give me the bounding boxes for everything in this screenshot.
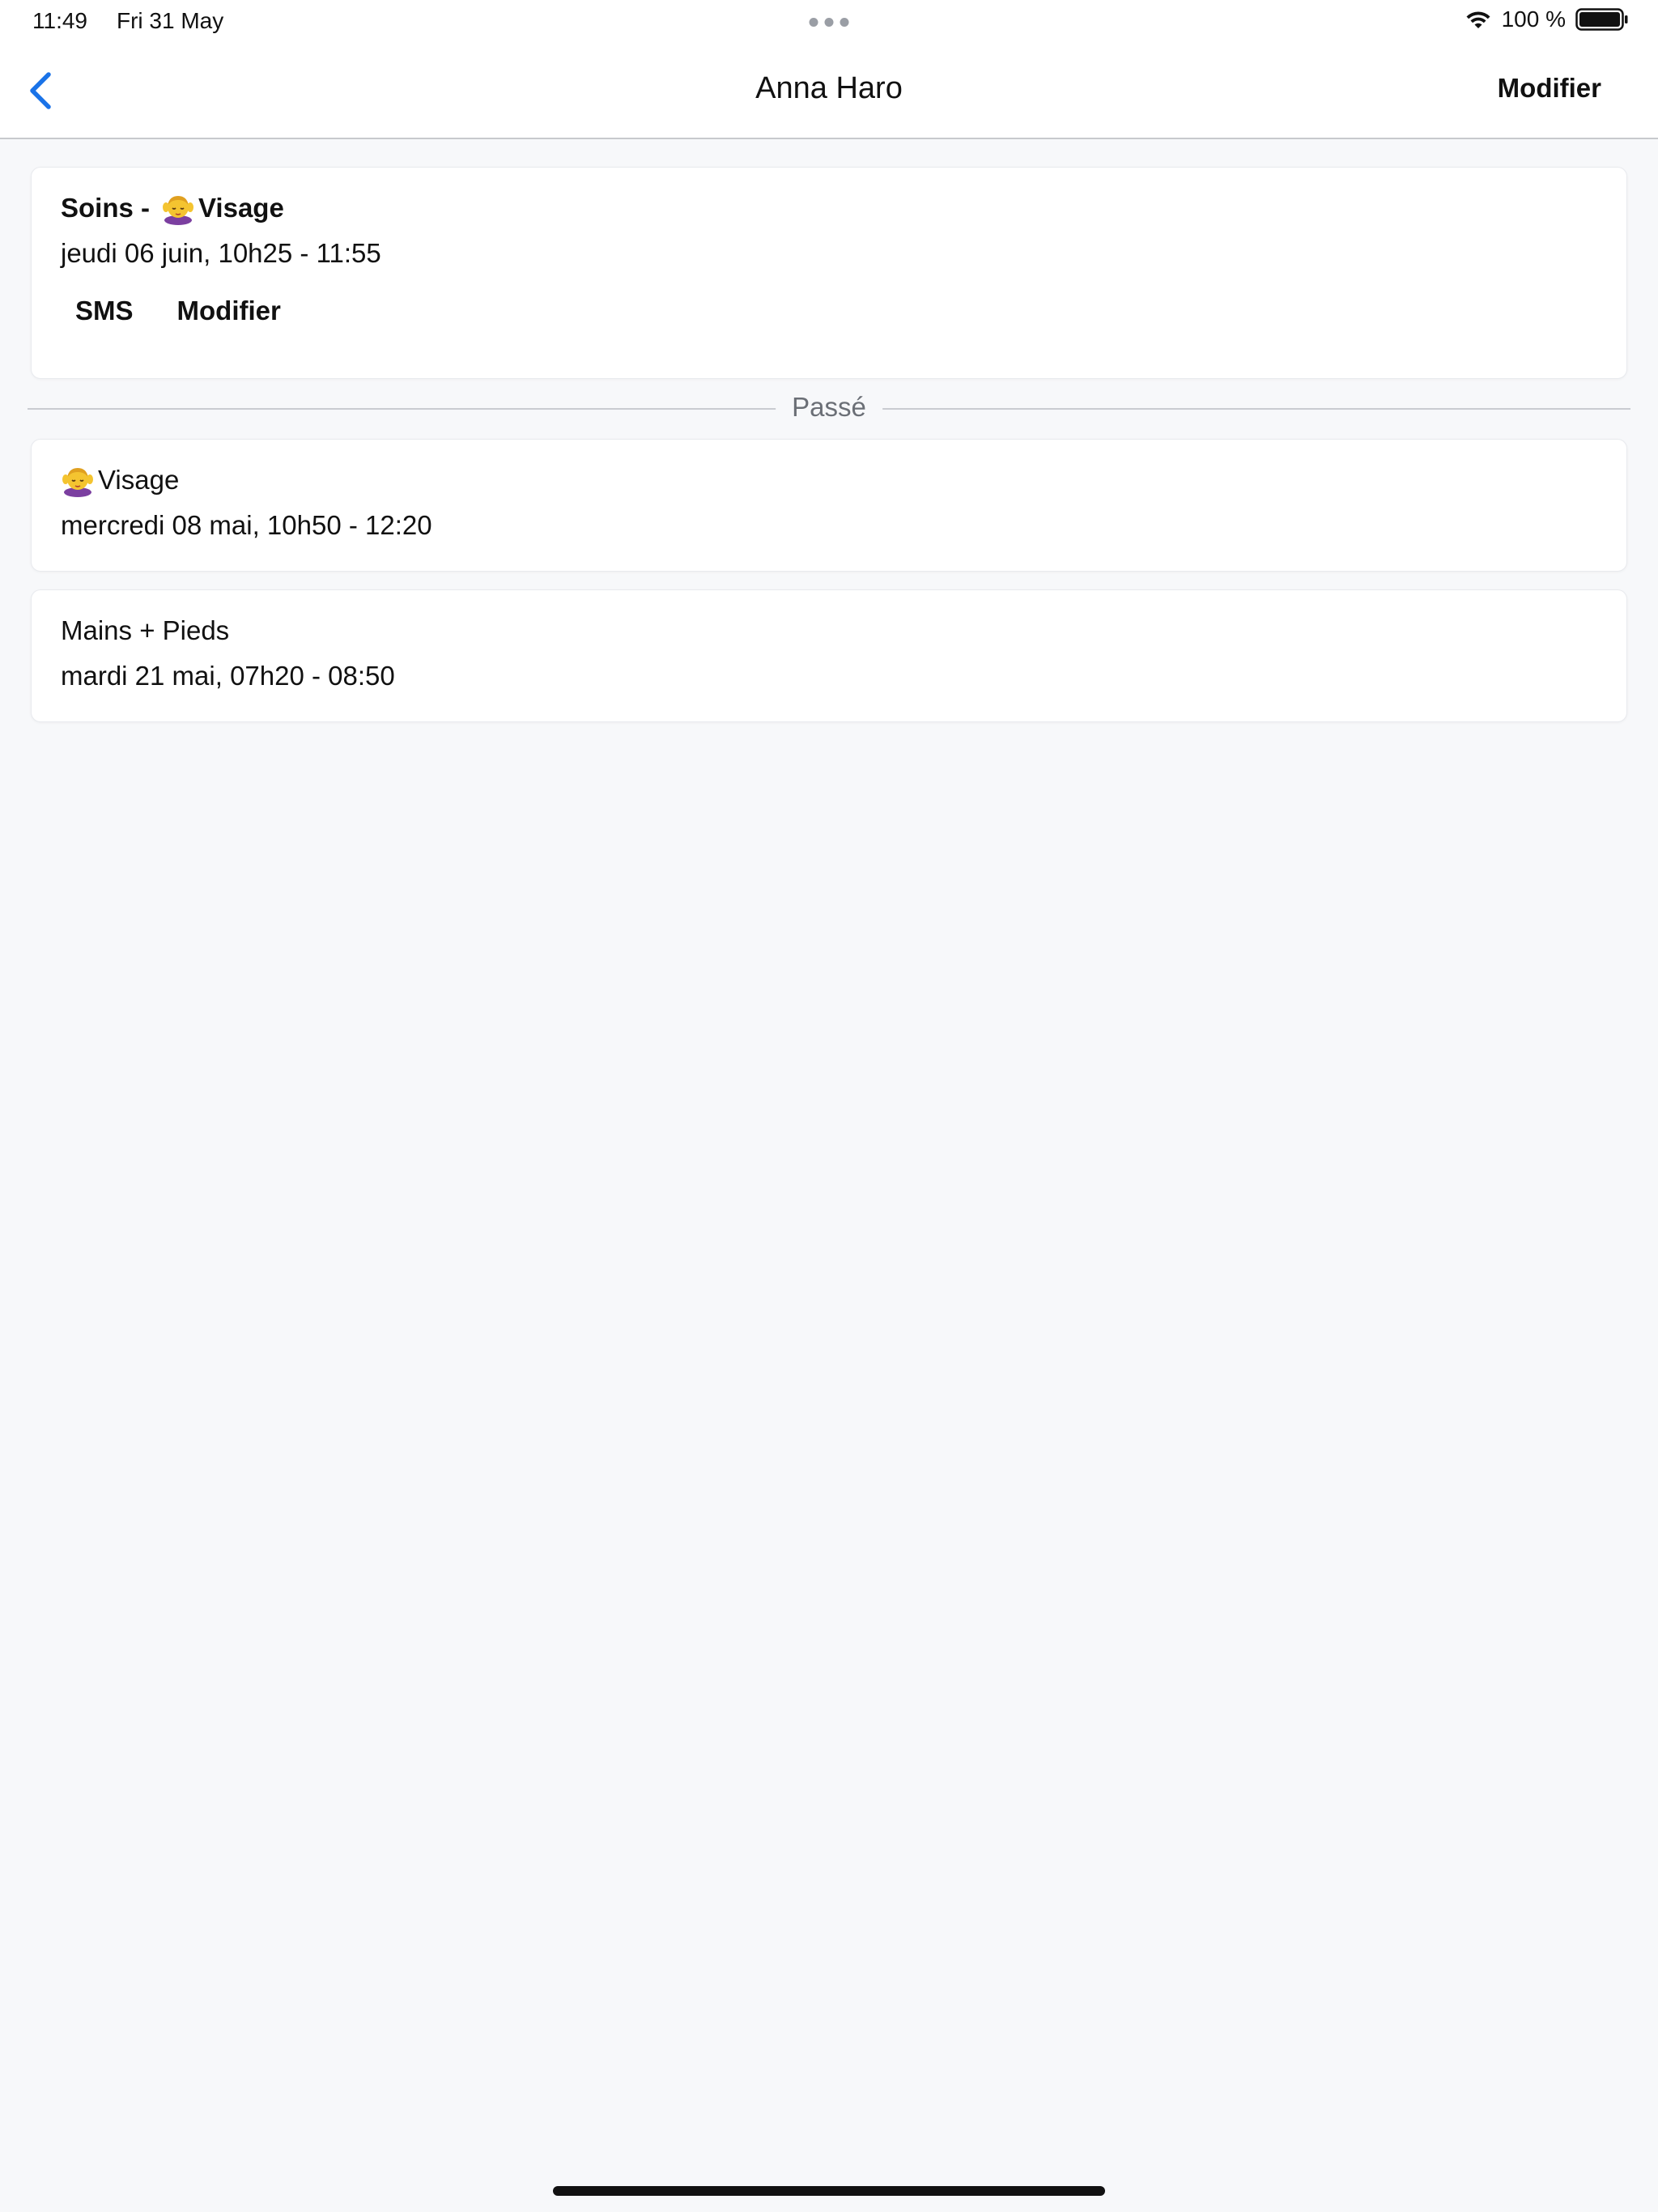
appointment-service: Visage xyxy=(198,193,284,223)
upcoming-appointment-card[interactable]: Soins - Visage jeudi 06 juin, 10h25 - 11… xyxy=(31,167,1627,379)
appointment-title: Soins - Visage xyxy=(61,190,1597,226)
past-appointment-card[interactable]: Mains + Pieds mardi 21 mai, 07h20 - 08:5… xyxy=(31,589,1627,722)
battery-percentage: 100 % xyxy=(1501,6,1566,32)
appointment-time: mardi 21 mai, 07h20 - 08:50 xyxy=(61,661,395,691)
status-indicators: 100 % xyxy=(1465,6,1629,32)
appointment-actions: SMS Modifier xyxy=(61,296,1597,326)
past-divider: Passé xyxy=(28,389,1630,429)
edit-appointment-button[interactable]: Modifier xyxy=(177,296,281,326)
battery-icon xyxy=(1575,8,1628,31)
wifi-icon xyxy=(1466,11,1490,28)
appointment-title: Mains + Pieds xyxy=(61,613,1597,649)
appointment-service: Mains + Pieds xyxy=(61,615,230,645)
woman-getting-face-massage-icon xyxy=(161,191,195,225)
status-bar: 11:49 Fri 31 May 100 % xyxy=(0,0,1658,45)
multitasking-dots-icon[interactable] xyxy=(809,18,849,27)
appointment-time: jeudi 06 juin, 10h25 - 11:55 xyxy=(61,238,381,268)
navigation-bar: Anna Haro Modifier xyxy=(0,45,1658,139)
edit-contact-button[interactable]: Modifier xyxy=(1498,73,1601,104)
appointment-title: Visage xyxy=(61,462,1597,498)
sms-button[interactable]: SMS xyxy=(75,296,134,326)
appointment-category: Soins - xyxy=(61,193,151,223)
home-indicator[interactable] xyxy=(553,2186,1105,2196)
chevron-left-icon xyxy=(30,72,51,109)
appointments-list: Soins - Visage jeudi 06 juin, 10h25 - 11… xyxy=(28,167,1630,740)
past-appointment-card[interactable]: Visage mercredi 08 mai, 10h50 - 12:20 xyxy=(31,439,1627,572)
status-date: Fri 31 May xyxy=(117,8,224,33)
status-time: 11:49 xyxy=(32,8,87,33)
past-divider-label: Passé xyxy=(776,392,882,423)
woman-getting-face-massage-icon xyxy=(61,463,95,497)
back-button[interactable] xyxy=(18,68,63,113)
appointment-time: mercredi 08 mai, 10h50 - 12:20 xyxy=(61,510,432,540)
page-title: Anna Haro xyxy=(755,71,903,105)
appointment-service: Visage xyxy=(98,465,180,495)
